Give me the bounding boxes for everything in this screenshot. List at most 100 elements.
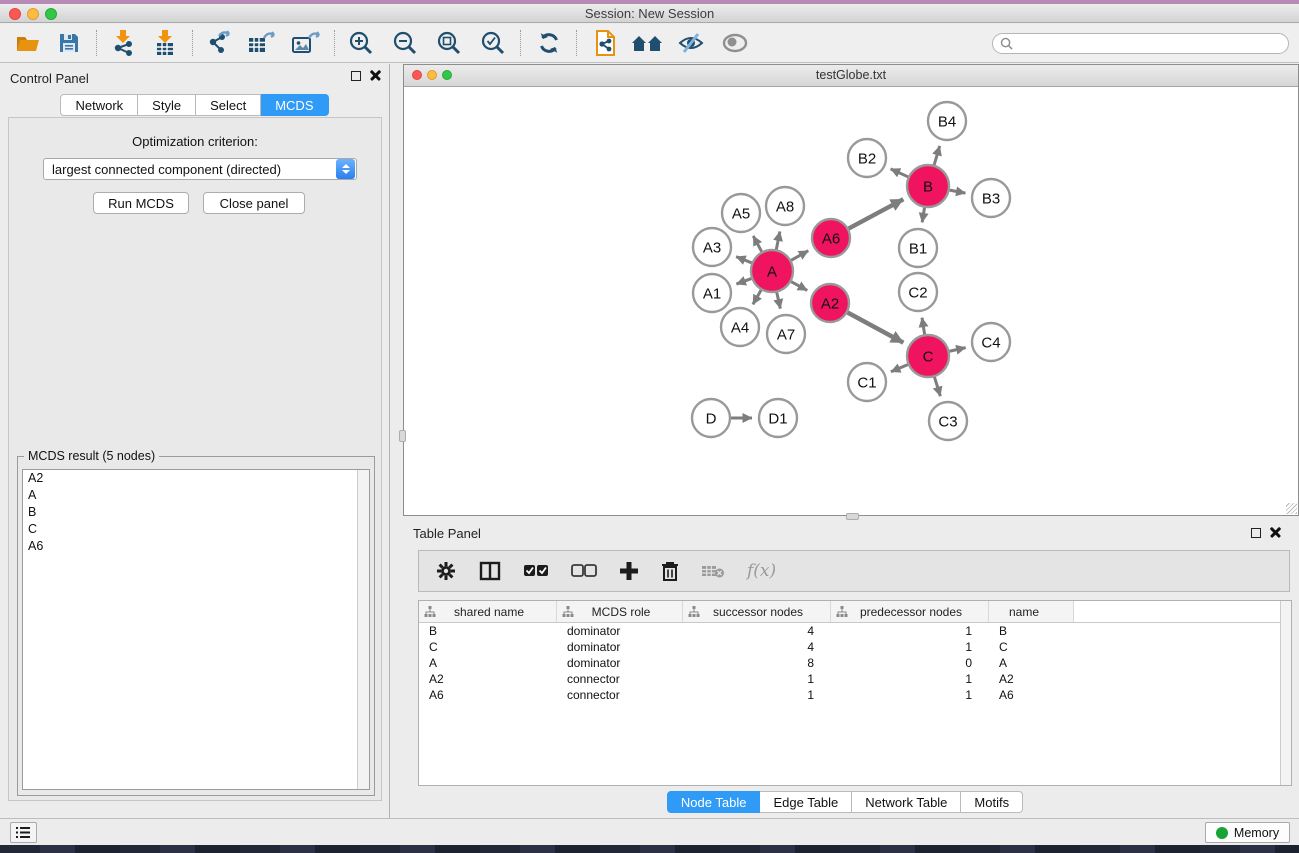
result-item[interactable]: B (23, 504, 369, 521)
graph-node-C1[interactable]: C1 (848, 363, 886, 401)
cell-successor-nodes[interactable]: 1 (683, 688, 831, 702)
mcds-result-list[interactable]: A2ABCA6 (22, 469, 370, 790)
graph-edge-A-A7[interactable] (777, 292, 781, 308)
table-scrollbar[interactable] (1280, 601, 1291, 785)
graph-node-A3[interactable]: A3 (693, 228, 731, 266)
table-row-C[interactable]: Cdominator41C (419, 639, 1291, 655)
graph-edge-C-C3[interactable] (934, 377, 940, 396)
home-views-button[interactable] (628, 27, 666, 59)
run-mcds-button[interactable]: Run MCDS (93, 192, 189, 214)
cell-MCDS-role[interactable]: dominator (557, 640, 683, 654)
table-row-A[interactable]: Adominator80A (419, 655, 1291, 671)
window-resize-grip[interactable] (1286, 503, 1297, 514)
graph-node-B1[interactable]: B1 (899, 229, 937, 267)
cell-successor-nodes[interactable]: 1 (683, 672, 831, 686)
show-graphics-details-button[interactable] (716, 27, 754, 59)
graph-edge-C-C4[interactable] (949, 348, 965, 352)
graph-node-B[interactable]: B (907, 165, 949, 207)
graph-node-A2[interactable]: A2 (811, 284, 849, 322)
graph-node-C[interactable]: C (907, 335, 949, 377)
result-item[interactable]: C (23, 521, 369, 538)
cell-shared-name[interactable]: C (419, 640, 557, 654)
cell-successor-nodes[interactable]: 4 (683, 640, 831, 654)
function-builder-button-disabled[interactable]: f(x) (747, 556, 776, 586)
column-header-predecessor-nodes[interactable]: predecessor nodes (831, 601, 989, 622)
column-header-name[interactable]: name (989, 601, 1074, 622)
graph-edge-A-A2[interactable] (791, 282, 807, 291)
float-panel-icon[interactable] (1251, 528, 1261, 538)
graph-edge-B-B1[interactable] (922, 208, 924, 223)
table-row-A6[interactable]: A6connector11A6 (419, 687, 1291, 703)
graph-edge-A-A4[interactable] (753, 290, 761, 304)
tab-mcds[interactable]: MCDS (261, 94, 328, 116)
cell-name[interactable]: A (989, 656, 1074, 670)
tab-network[interactable]: Network (60, 94, 138, 116)
graph-node-A4[interactable]: A4 (721, 308, 759, 346)
cell-successor-nodes[interactable]: 4 (683, 624, 831, 638)
graph-node-A8[interactable]: A8 (766, 187, 804, 225)
column-header-shared-name[interactable]: shared name (419, 601, 557, 622)
table-options-button[interactable] (435, 556, 457, 586)
search-field[interactable] (992, 33, 1289, 54)
table-row-B[interactable]: Bdominator41B (419, 623, 1291, 639)
splitter-handle[interactable] (399, 430, 406, 442)
graph-node-D[interactable]: D (692, 399, 730, 437)
graph-node-B3[interactable]: B3 (972, 179, 1010, 217)
tab-network-table[interactable]: Network Table (852, 791, 961, 813)
cell-MCDS-role[interactable]: dominator (557, 624, 683, 638)
node-table[interactable]: shared nameMCDS rolesuccessor nodesprede… (418, 600, 1292, 786)
graph-node-A1[interactable]: A1 (693, 274, 731, 312)
network-window-titlebar[interactable]: testGlobe.txt (404, 65, 1298, 87)
cell-predecessor-nodes[interactable]: 1 (831, 672, 989, 686)
cell-name[interactable]: B (989, 624, 1074, 638)
tab-node-table[interactable]: Node Table (667, 791, 761, 813)
graph-edge-C-C1[interactable] (891, 365, 908, 372)
graph-edge-B-B2[interactable] (891, 169, 908, 177)
cell-successor-nodes[interactable]: 8 (683, 656, 831, 670)
float-panel-icon[interactable] (351, 71, 361, 81)
graph-edge-A6-B[interactable] (849, 199, 904, 228)
result-item[interactable]: A2 (23, 470, 369, 487)
zoom-out-button[interactable] (386, 27, 424, 59)
graph-node-C4[interactable]: C4 (972, 323, 1010, 361)
import-network-button[interactable] (104, 27, 142, 59)
hide-graphics-details-button[interactable] (672, 27, 710, 59)
show-columns-button[interactable] (479, 556, 501, 586)
new-network-from-selection-button[interactable] (586, 27, 624, 59)
zoom-in-button[interactable] (342, 27, 380, 59)
graph-edge-A-A3[interactable] (736, 257, 751, 263)
graph-edge-A-A6[interactable] (791, 251, 808, 261)
column-header-successor-nodes[interactable]: successor nodes (683, 601, 831, 622)
cell-predecessor-nodes[interactable]: 0 (831, 656, 989, 670)
graph-edge-A-A5[interactable] (753, 236, 761, 252)
graph-node-A6[interactable]: A6 (812, 219, 850, 257)
delete-column-button[interactable] (661, 556, 679, 586)
import-table-button[interactable] (146, 27, 184, 59)
cell-shared-name[interactable]: A6 (419, 688, 557, 702)
cell-predecessor-nodes[interactable]: 1 (831, 640, 989, 654)
column-header-MCDS-role[interactable]: MCDS role (557, 601, 683, 622)
cell-shared-name[interactable]: A (419, 656, 557, 670)
open-session-button[interactable] (10, 27, 48, 59)
graph-edge-A-A1[interactable] (736, 279, 751, 284)
graph-edge-A2-C[interactable] (848, 313, 904, 343)
search-input[interactable] (1017, 37, 1288, 51)
graph-node-A7[interactable]: A7 (767, 315, 805, 353)
cell-shared-name[interactable]: A2 (419, 672, 557, 686)
table-row-A2[interactable]: A2connector11A2 (419, 671, 1291, 687)
criterion-dropdown[interactable]: largest connected component (directed) (43, 158, 357, 180)
close-panel-button[interactable]: Close panel (203, 192, 305, 214)
create-column-button[interactable] (619, 556, 639, 586)
graph-node-C2[interactable]: C2 (899, 273, 937, 311)
tab-style[interactable]: Style (138, 94, 196, 116)
graph-edge-B-B3[interactable] (950, 190, 966, 193)
deselect-all-button[interactable] (571, 556, 597, 586)
delete-table-button-disabled[interactable] (701, 556, 725, 586)
result-item[interactable]: A6 (23, 538, 369, 555)
apply-layout-button[interactable] (530, 27, 568, 59)
result-item[interactable]: A (23, 487, 369, 504)
zoom-selected-button[interactable] (474, 27, 512, 59)
close-panel-icon[interactable] (370, 70, 381, 81)
graph-node-B2[interactable]: B2 (848, 139, 886, 177)
tab-select[interactable]: Select (196, 94, 261, 116)
